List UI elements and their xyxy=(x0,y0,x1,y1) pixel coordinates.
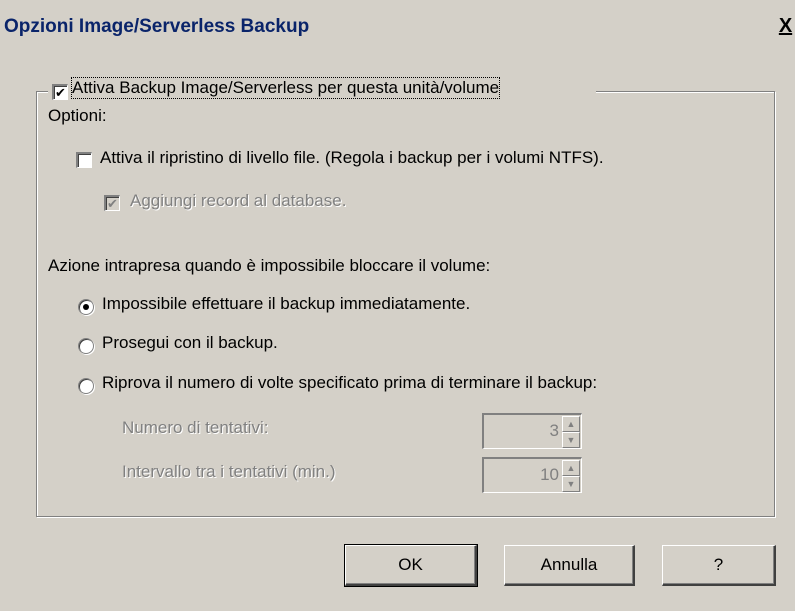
action-label: Azione intrapresa quando è impossibile b… xyxy=(48,256,491,275)
ok-button[interactable]: OK xyxy=(344,544,478,587)
retries-spinner: 3 ▲ ▼ xyxy=(482,413,582,449)
add-records-checkbox: ✔ xyxy=(104,195,120,211)
radio-retry-label[interactable]: Riprova il numero di volte specificato p… xyxy=(102,373,597,393)
spin-down-icon: ▼ xyxy=(562,476,580,492)
enable-backup-label[interactable]: Attiva Backup Image/Serverless per quest… xyxy=(70,77,501,99)
file-level-restore-label[interactable]: Attiva il ripristino di livello file. (R… xyxy=(100,148,604,168)
spin-up-icon: ▲ xyxy=(562,460,580,476)
help-button[interactable]: ? xyxy=(662,545,776,586)
spin-down-icon: ▼ xyxy=(562,432,580,448)
radio-backup-immediately-label[interactable]: Impossibile effettuare il backup immedia… xyxy=(102,294,470,314)
radio-continue-backup[interactable] xyxy=(78,338,94,354)
add-records-label: Aggiungi record al database. xyxy=(130,191,347,210)
title-bar: Opzioni Image/Serverless Backup X xyxy=(0,0,795,54)
options-label: Optioni: xyxy=(48,106,107,125)
radio-retry[interactable] xyxy=(78,378,94,394)
interval-value: 10 xyxy=(540,465,559,484)
retries-value: 3 xyxy=(549,421,559,440)
interval-label: Intervallo tra i tentativi (min.) xyxy=(122,462,336,481)
retries-label: Numero di tentativi: xyxy=(122,418,269,437)
radio-backup-immediately[interactable] xyxy=(78,299,94,315)
interval-spinner: 10 ▲ ▼ xyxy=(482,457,582,493)
window-title: Opzioni Image/Serverless Backup xyxy=(4,16,310,37)
spin-up-icon: ▲ xyxy=(562,416,580,432)
radio-continue-backup-label[interactable]: Prosegui con il backup. xyxy=(102,333,278,353)
file-level-restore-checkbox[interactable] xyxy=(76,152,92,168)
cancel-button[interactable]: Annulla xyxy=(504,545,635,586)
enable-backup-checkbox[interactable]: ✔ xyxy=(52,84,68,100)
close-button[interactable]: X xyxy=(776,14,795,38)
